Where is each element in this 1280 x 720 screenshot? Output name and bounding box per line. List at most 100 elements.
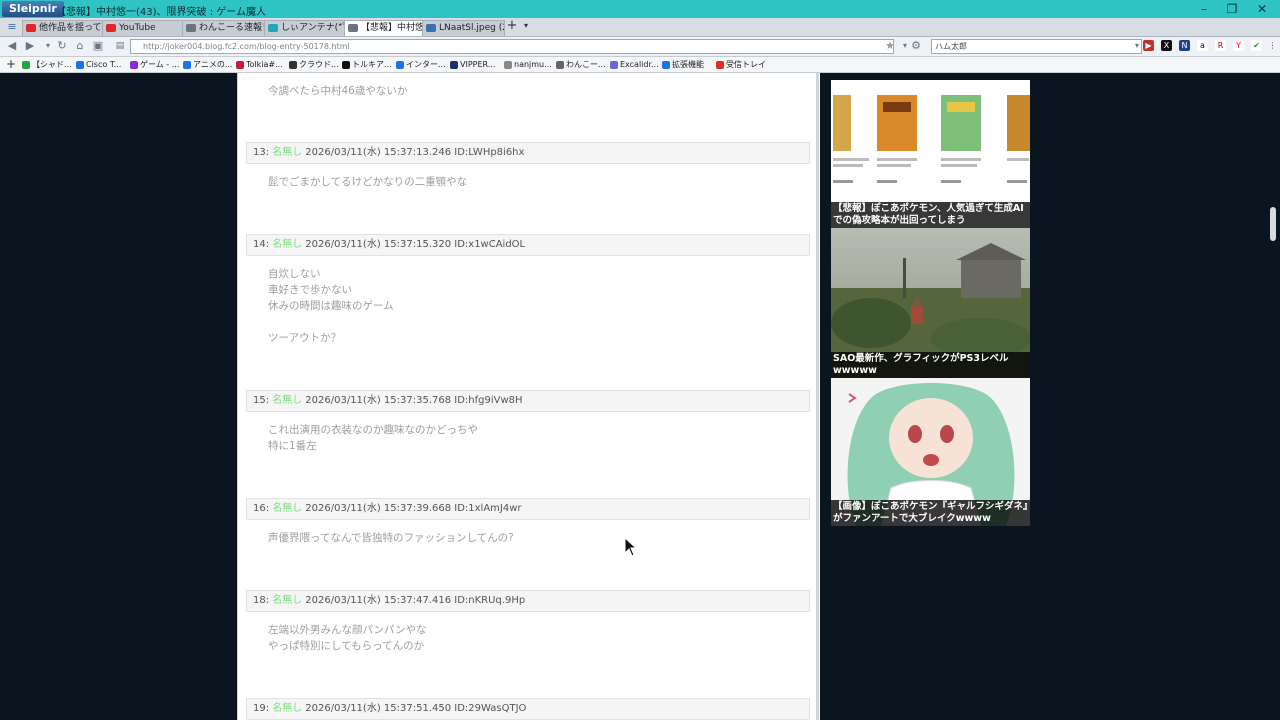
bookmark-icon xyxy=(504,60,512,69)
bookmark-icon xyxy=(289,60,297,69)
bookmark-10[interactable]: わんこー... xyxy=(556,58,606,71)
related-article-card[interactable]: SAO最新作、グラフィックがPS3レベルwwwww xyxy=(831,228,1030,378)
post-author: 名無し xyxy=(272,703,303,714)
minimize-icon[interactable]: – xyxy=(1192,1,1216,17)
gear-icon[interactable]: ⚙ xyxy=(908,38,924,54)
bookmark-13[interactable]: 受信トレイ xyxy=(716,58,766,71)
tab-label: LNaatSl.jpeg (2... xyxy=(439,23,504,33)
home-icon[interactable]: ⌂ xyxy=(72,38,88,54)
site-icon xyxy=(348,23,358,32)
restore-icon[interactable]: ❐ xyxy=(1220,1,1244,17)
bookmarks-bar: + 【シャド... Cisco T... ゲーム - ... アニメの... T… xyxy=(0,57,1280,73)
post-number[interactable]: 18: xyxy=(253,595,269,606)
related-article-card[interactable]: 【悲報】ぽこあポケモン、人気過ぎて生成AIでの偽攻略本が出回ってしまう xyxy=(831,80,1030,228)
url-field[interactable]: http://joker004.blog.fc2.com/blog-entry-… xyxy=(130,39,894,54)
post-meta: 2026/03/11(水) 15:37:15.320 ID:x1wCAidOL xyxy=(305,239,526,250)
rakuten-icon[interactable]: R xyxy=(1215,40,1226,51)
youtube-icon xyxy=(26,23,36,32)
related-articles-sidebar: 【悲報】ぽこあポケモン、人気過ぎて生成AIでの偽攻略本が出回ってしまう SAO最… xyxy=(831,80,1030,526)
tab-menu-icon[interactable]: ≡ xyxy=(4,19,20,35)
tab-0[interactable]: 他作品を揺って... xyxy=(22,20,105,36)
bookmark-7[interactable]: インター... xyxy=(396,58,446,71)
bookmark-label: Tolkia#... xyxy=(246,60,283,69)
youtube-icon[interactable]: ▶ xyxy=(1143,40,1154,51)
amazon-icon[interactable]: a xyxy=(1197,40,1208,51)
bookmark-label: Excalidr... xyxy=(620,60,659,69)
post-line: 自炊しない xyxy=(268,268,321,280)
bookmark-icon xyxy=(342,60,350,69)
checkmark-icon[interactable]: ✔ xyxy=(1251,40,1262,51)
close-icon[interactable]: ✕ xyxy=(1250,1,1274,17)
image-icon xyxy=(426,23,436,32)
yahoo-icon[interactable]: Y xyxy=(1233,40,1244,51)
bookmark-icon xyxy=(22,60,30,69)
bookmark-5[interactable]: クラウド... xyxy=(289,58,339,71)
bookmark-1[interactable]: Cisco T... xyxy=(76,58,121,71)
bookmark-9[interactable]: nanjmu... xyxy=(504,58,552,71)
scrollbar-thumb[interactable] xyxy=(1270,207,1276,241)
post-number[interactable]: 14: xyxy=(253,239,269,250)
bookmark-3[interactable]: アニメの... xyxy=(183,58,232,71)
page-icon: ▤ xyxy=(115,41,125,51)
column-divider xyxy=(816,73,819,720)
post-line: これ出演用の衣装なのか趣味なのかどっちや xyxy=(268,424,478,436)
tab-1[interactable]: YouTube xyxy=(102,20,185,36)
post-line xyxy=(268,314,810,330)
back-icon[interactable]: ◀ xyxy=(4,38,20,54)
post-number[interactable]: 16: xyxy=(253,503,269,514)
post-line: 声優界隈ってなんで皆独特のファッションしてんの? xyxy=(268,532,514,544)
post-meta: 2026/03/11(水) 15:37:51.450 ID:29WasQTJO xyxy=(305,703,527,714)
bookmark-label: Cisco T... xyxy=(86,60,122,69)
related-article-card[interactable]: 【画像】ぽこあポケモン『ギャルフシギダネ』がファンアートで大ブレイクwwww xyxy=(831,378,1030,526)
tab-5[interactable]: LNaatSl.jpeg (2... xyxy=(422,20,505,36)
post-author: 名無し xyxy=(272,503,303,514)
bookmark-label: インター... xyxy=(406,60,446,69)
add-bookmark-icon[interactable]: + xyxy=(3,56,19,72)
bookmark-8[interactable]: VIPPER... xyxy=(450,58,495,71)
tab-label: わんこーる速報！ xyxy=(199,23,267,33)
bookmark-2[interactable]: ゲーム - ... xyxy=(130,58,179,71)
antenna-icon xyxy=(268,23,278,32)
bookmark-12[interactable]: 拡張機能 xyxy=(662,58,704,71)
browser-logo[interactable]: Sleipnir xyxy=(2,1,64,17)
post-15: 15: 名無し 2026/03/11(水) 15:37:35.768 ID:hfg… xyxy=(246,390,810,454)
article-caption[interactable]: SAO最新作、グラフィックがPS3レベルwwwww xyxy=(831,352,1030,378)
post-author: 名無し xyxy=(272,239,303,250)
bookmark-icon xyxy=(662,60,670,69)
bookmark-0[interactable]: 【シャド... xyxy=(22,58,72,71)
article-caption[interactable]: 【悲報】ぽこあポケモン、人気過ぎて生成AIでの偽攻略本が出回ってしまう xyxy=(831,202,1030,228)
tab-2[interactable]: わんこーる速報！ xyxy=(182,20,267,36)
bookmark-icon xyxy=(716,60,724,69)
x-icon[interactable]: X xyxy=(1161,40,1172,51)
vertical-scrollbar[interactable] xyxy=(1268,73,1280,720)
post-number[interactable]: 19: xyxy=(253,703,269,714)
article-caption[interactable]: 【画像】ぽこあポケモン『ギャルフシギダネ』がファンアートで大ブレイクwwww xyxy=(831,500,1030,526)
post-line: 車好きで歩かない xyxy=(268,284,352,296)
title-bar: Sleipnir 【悲報】中村悠一(43)、限界突破 : ゲーム魔人 – ❐ ✕ xyxy=(0,0,1280,18)
post-number[interactable]: 13: xyxy=(253,147,269,158)
post-number[interactable]: 15: xyxy=(253,395,269,406)
tab-4[interactable]: 【悲報】中村悠一... xyxy=(344,20,425,36)
youtube-icon xyxy=(106,23,116,32)
bookmark-icon xyxy=(183,60,191,69)
post-line: ツーアウトか？ xyxy=(268,332,342,344)
star-icon[interactable]: ★ xyxy=(882,38,898,54)
bookmark-4[interactable]: Tolkia#... xyxy=(236,58,283,71)
post-header: 18: 名無し 2026/03/11(水) 15:37:47.416 ID:nKR… xyxy=(246,590,810,612)
tab-label: しぃアンテナ(*ﾟーﾟ) xyxy=(281,23,347,33)
site-icon xyxy=(186,23,196,32)
bookmark-11[interactable]: Excalidr... xyxy=(610,58,659,71)
bookmark-icon xyxy=(76,60,84,69)
bookmark-label: クラウド... xyxy=(299,60,339,69)
overflow-menu-icon[interactable]: ⋮ xyxy=(1267,40,1278,51)
chevron-down-icon[interactable]: ▾ xyxy=(518,18,534,34)
forward-icon[interactable]: ▶ xyxy=(22,38,38,54)
post-author: 名無し xyxy=(272,147,303,158)
tab-3[interactable]: しぃアンテナ(*ﾟーﾟ) xyxy=(264,20,347,36)
post-line: 特に1番左 xyxy=(268,440,317,452)
news-icon[interactable]: N xyxy=(1179,40,1190,51)
reload-icon[interactable]: ↻ xyxy=(54,38,70,54)
bookmark-6[interactable]: トルキア... xyxy=(342,58,392,71)
save-page-icon[interactable]: ▣ xyxy=(90,38,106,54)
search-input[interactable]: ハム太郎 xyxy=(931,39,1142,54)
